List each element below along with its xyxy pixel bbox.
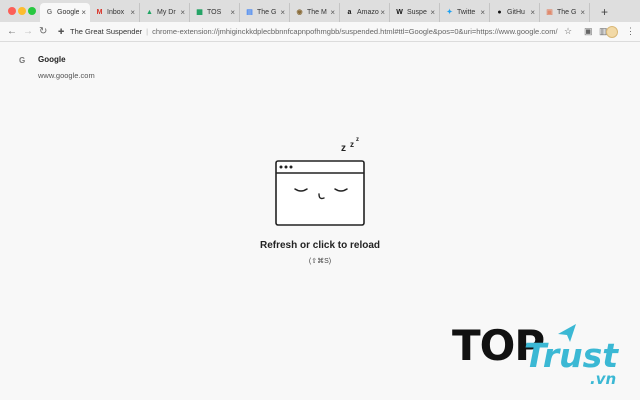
sleeping-window-icon[interactable]	[275, 160, 365, 226]
docs-favicon-icon: ▤	[246, 9, 253, 16]
tab-label: The M	[307, 9, 327, 16]
site-title: Google	[38, 55, 66, 64]
reload-shortcut: (⇧⌘S)	[308, 258, 332, 265]
back-button[interactable]: ←	[7, 22, 17, 41]
tab-4[interactable]: ▤ The G ×	[240, 3, 290, 22]
bookmark-star-icon[interactable]: ☆	[564, 22, 572, 41]
reload-button[interactable]: ↻	[39, 22, 47, 41]
sleep-z-medium: z	[350, 140, 354, 149]
tab-close-icon[interactable]: ×	[480, 3, 485, 22]
gmail-favicon-icon: M	[96, 9, 103, 16]
logo-vn-text: .vn	[590, 370, 617, 388]
wikipedia-favicon-icon: W	[396, 9, 403, 16]
medium-favicon-icon: ◉	[296, 9, 303, 16]
tab-label: Twitte	[457, 9, 476, 16]
site-url[interactable]: www.google.com	[38, 71, 95, 80]
url-text: chrome-extension://jmhiginckkdplecbbnnfc…	[152, 27, 558, 36]
browser-toolbar: ← → ↻ ✚ The Great Suspender | chrome-extens…	[0, 22, 640, 42]
address-separator: |	[146, 27, 149, 36]
tab-label: Google	[57, 9, 79, 16]
tab-label: TOS	[207, 9, 222, 16]
extension-icon[interactable]: ▣	[584, 22, 593, 41]
google-favicon-icon: G	[19, 56, 26, 65]
forward-button[interactable]: →	[23, 22, 33, 41]
twitter-favicon-icon: ✦	[446, 9, 453, 16]
menu-icon[interactable]: ⋮	[626, 22, 635, 41]
sheets-favicon-icon: ▦	[196, 9, 203, 16]
drive-favicon-icon: ▲	[146, 9, 153, 16]
tab-label: The G	[557, 9, 577, 16]
tab-close-icon[interactable]: ×	[380, 3, 385, 22]
suspender-favicon-icon: ▣	[546, 9, 553, 16]
tab-close-icon[interactable]: ×	[130, 3, 135, 22]
tab-close-icon[interactable]: ×	[280, 3, 285, 22]
sleep-z-small: z	[356, 137, 359, 143]
tab-1[interactable]: M Inbox ×	[90, 3, 140, 22]
window-minimize-button[interactable]	[18, 7, 26, 15]
tab-close-icon[interactable]: ×	[180, 3, 185, 22]
tab-close-icon[interactable]: ×	[230, 3, 235, 22]
extension-name: The Great Suspender	[70, 27, 143, 36]
tab-close-icon[interactable]: ×	[430, 3, 435, 22]
puzzle-icon: ✚	[58, 27, 65, 36]
tab-label: My Dr	[157, 9, 176, 16]
tab-7[interactable]: W Suspe ×	[390, 3, 440, 22]
tab-label: GitHu	[507, 9, 525, 16]
github-favicon-icon: ●	[497, 9, 502, 16]
tab-close-icon[interactable]: ×	[580, 3, 585, 22]
tab-label: Amazo	[357, 9, 379, 16]
tab-label: Suspe	[407, 9, 427, 16]
tab-close-icon[interactable]: ×	[81, 3, 86, 22]
profile-avatar[interactable]	[606, 26, 618, 38]
tab-5[interactable]: ◉ The M ×	[290, 3, 340, 22]
window-zoom-button[interactable]	[28, 7, 36, 15]
tab-8[interactable]: ✦ Twitte ×	[440, 3, 490, 22]
tab-list: G Google × M Inbox × ▲ My Dr × ▦ TOS × ▤ The G × ◉ The M…	[40, 3, 590, 22]
reload-prompt[interactable]: Refresh or click to reload	[0, 240, 640, 251]
new-tab-button[interactable]: +	[601, 3, 608, 21]
tab-strip: G Google × M Inbox × ▲ My Dr × ▦ TOS × ▤ The G × ◉ The M…	[0, 0, 640, 23]
tab-label: Inbox	[107, 9, 125, 16]
sleep-z-large: z	[341, 143, 346, 154]
address-bar[interactable]: ✚ The Great Suspender | chrome-extension://…	[55, 24, 575, 39]
tab-close-icon[interactable]: ×	[530, 3, 535, 22]
tab-2[interactable]: ▲ My Dr ×	[140, 3, 190, 22]
toptrust-logo: TOP Trust .vn	[452, 322, 632, 392]
tab-9[interactable]: ● GitHu ×	[490, 3, 540, 22]
amazon-favicon-icon: a	[347, 9, 352, 16]
tab-0[interactable]: G Google ×	[40, 3, 90, 22]
tab-6[interactable]: a Amazo ×	[340, 3, 390, 22]
tab-label: The G	[257, 9, 277, 16]
tab-10[interactable]: ▣ The G ×	[540, 3, 590, 22]
google-favicon-icon: G	[46, 9, 53, 16]
tab-3[interactable]: ▦ TOS ×	[190, 3, 240, 22]
tab-close-icon[interactable]: ×	[330, 3, 335, 22]
window-close-button[interactable]	[8, 7, 16, 15]
